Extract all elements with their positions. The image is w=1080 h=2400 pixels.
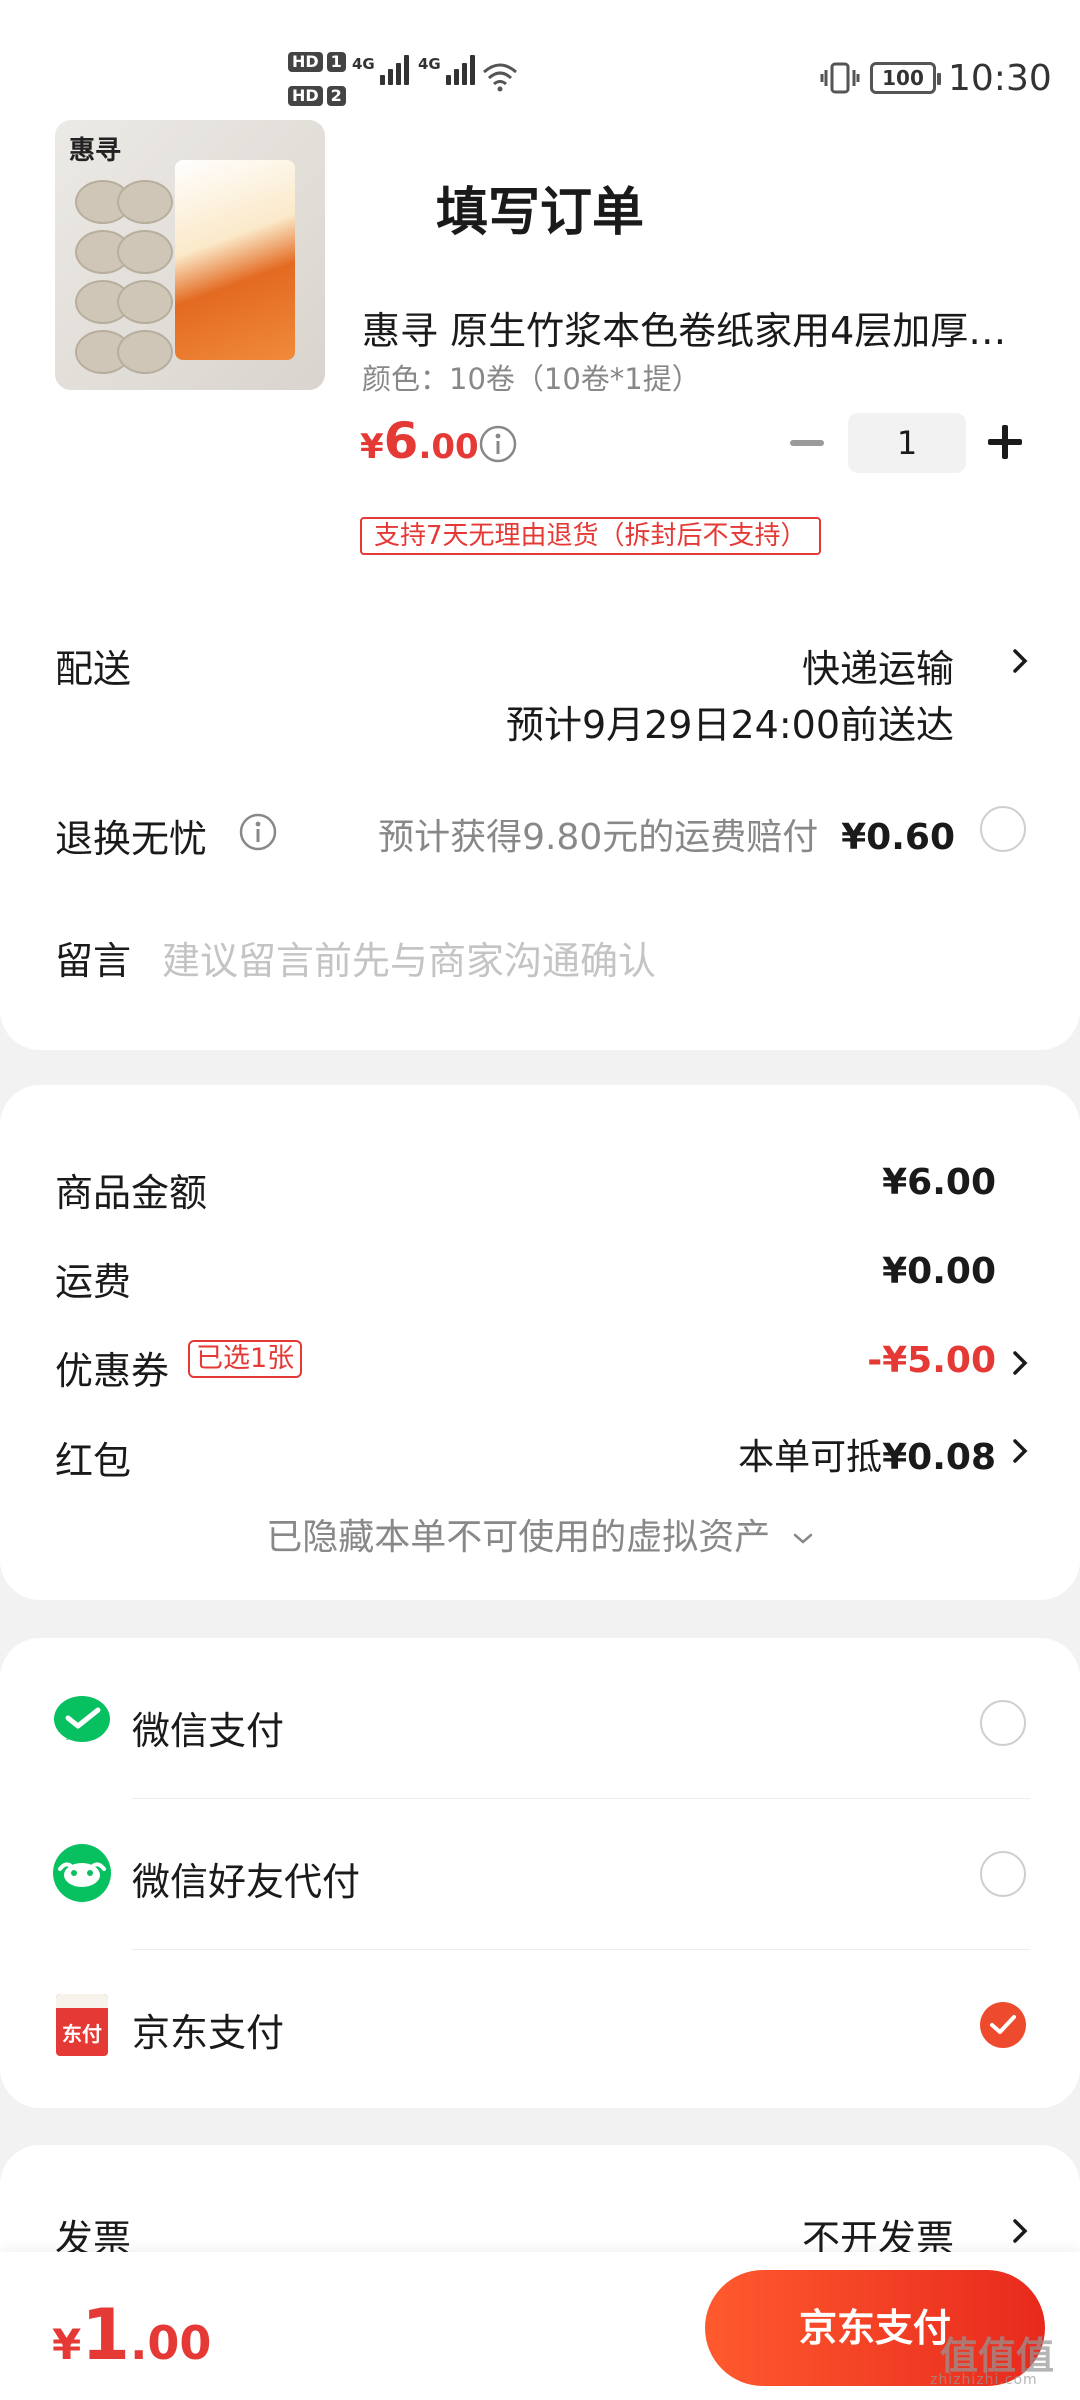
- invoice-chevron-icon[interactable]: [1012, 2218, 1028, 2244]
- product-spec: 颜色：10卷（10卷*1提）: [362, 362, 701, 396]
- price-info-icon[interactable]: [478, 424, 518, 464]
- wifi-icon: [483, 63, 517, 92]
- return-insurance-radio[interactable]: [980, 806, 1026, 852]
- wechat-pay-icon: [54, 1696, 110, 1742]
- goods-amount-label: 商品金额: [55, 1171, 208, 1215]
- return-insurance-price: ¥0.60: [841, 817, 955, 858]
- return-policy-badge: 支持7天无理由退货（拆封后不支持）: [360, 517, 821, 555]
- signal-icon-2: 4G: [418, 55, 475, 85]
- chevron-down-icon: [793, 1533, 812, 1544]
- product-image-brand: 惠寻: [69, 136, 122, 166]
- clock: 10:30: [948, 58, 1052, 99]
- goods-amount: ¥6.00: [882, 1162, 996, 1203]
- product-price: ¥6.00: [360, 412, 479, 470]
- remark-label: 留言: [55, 939, 132, 983]
- battery-icon: 100: [870, 62, 941, 94]
- wechat-pay-radio[interactable]: [980, 1700, 1026, 1746]
- return-insurance-label: 退换无忧: [55, 817, 208, 861]
- quantity-decrease-button[interactable]: [790, 440, 824, 446]
- hd-indicator-1: HD 1: [288, 48, 350, 72]
- hd-indicator-2: HD 2: [288, 82, 350, 106]
- payment-method-label[interactable]: 京东支付: [132, 2002, 284, 2057]
- freight-label: 运费: [55, 1260, 132, 1304]
- watermark-url: zhizhizhi.com: [930, 2372, 1038, 2388]
- coupon-selected-badge: 已选1张: [188, 1340, 303, 1378]
- quantity-increase-button[interactable]: [988, 425, 1022, 459]
- divider: [132, 1949, 1030, 1950]
- wechat-friend-pay-icon: [53, 1844, 111, 1902]
- quantity-input[interactable]: 1: [848, 413, 966, 473]
- total-price: ¥1.00: [52, 2294, 212, 2376]
- jd-pay-radio[interactable]: [980, 2002, 1026, 2048]
- coupon-amount[interactable]: -¥5.00: [867, 1340, 996, 1381]
- jd-pay-icon: 东付: [56, 1994, 108, 2056]
- remark-input[interactable]: 建议留言前先与商家沟通确认: [162, 930, 656, 985]
- signal-icon: 4G: [352, 55, 409, 85]
- checkmark-icon: [990, 2015, 1016, 2034]
- product-image[interactable]: 惠寻: [55, 120, 325, 390]
- return-insurance-desc: 预计获得9.80元的运费赔付 ¥0.60: [378, 817, 955, 858]
- delivery-eta: 预计9月29日24:00前送达: [505, 703, 954, 747]
- payment-method-label[interactable]: 微信支付: [132, 1700, 284, 1755]
- checkout-bar: ¥1.00 京东支付: [0, 2252, 1080, 2400]
- payment-method-label[interactable]: 微信好友代付: [132, 1851, 360, 1906]
- freight-amount: ¥0.00: [882, 1251, 996, 1292]
- delivery-method[interactable]: 快递运输: [802, 638, 954, 693]
- redpacket-label: 红包: [55, 1439, 132, 1483]
- delivery-label: 配送: [55, 647, 132, 691]
- product-title[interactable]: 惠寻 原生竹浆本色卷纸家用4层加厚…: [362, 300, 1022, 355]
- delivery-chevron-icon[interactable]: [1012, 648, 1028, 674]
- wechat-friend-pay-radio[interactable]: [980, 1851, 1026, 1897]
- insurance-info-icon[interactable]: [238, 812, 278, 852]
- coupon-label: 优惠券: [55, 1349, 170, 1393]
- redpacket-chevron-icon[interactable]: [1012, 1438, 1028, 1464]
- hidden-assets-toggle[interactable]: 已隐藏本单不可使用的虚拟资产: [0, 1508, 1080, 1560]
- divider: [132, 1798, 1030, 1799]
- redpacket-value[interactable]: 本单可抵¥0.08: [738, 1428, 996, 1480]
- vibrate-icon: [820, 62, 860, 94]
- coupon-chevron-icon[interactable]: [1012, 1350, 1028, 1376]
